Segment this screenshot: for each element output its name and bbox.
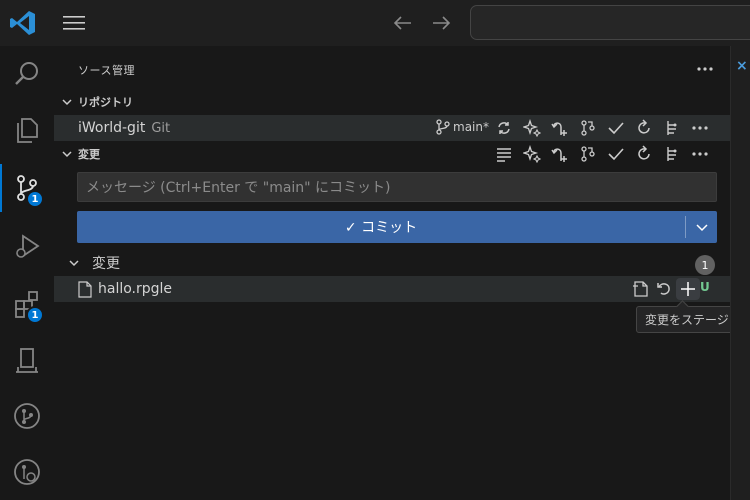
git-tree-button-2[interactable] [658,143,686,165]
create-pull-request-button[interactable] [546,117,574,139]
git-compare-icon [581,146,595,162]
arrow-left-icon [393,16,411,30]
ibm-i-icon [16,348,38,373]
check-icon [608,148,624,161]
back-button[interactable] [390,10,416,36]
chevron-down-icon [695,224,708,232]
arrow-right-icon [433,16,451,30]
git-compare-icon [581,120,595,136]
forward-button[interactable] [428,10,454,36]
repository-toolbar [490,117,714,139]
source-control-view: ソース管理 リポジトリ iWorld-git Git main* 変更 メッセー… [54,46,738,500]
activity-git-graph[interactable] [0,392,54,440]
branch-name: main* [453,120,489,134]
commit-button-group: ✓ コミット [77,211,717,243]
repositories-section-header[interactable]: リポジトリ [54,91,730,113]
source-control-badge: 1 [26,190,44,208]
command-center-search[interactable] [470,5,750,40]
file-row[interactable]: hallo.rpgle U [54,276,730,302]
create-pull-request-button-2[interactable] [546,143,574,165]
open-file-button[interactable] [628,278,652,300]
commit-check-button-2[interactable] [602,143,630,165]
vscode-logo-icon [10,11,35,35]
changes-section-label: 変更 [78,148,100,161]
commit-dropdown-button[interactable] [686,211,717,243]
activity-run-debug[interactable] [0,222,54,270]
list-icon [497,148,511,162]
changes-group-label: 変更 [92,256,120,272]
git-tree-button[interactable] [658,117,686,139]
changes-count-badge: 1 [695,255,715,275]
refresh-icon [638,119,650,134]
title-bar [0,0,750,46]
file-name: hallo.rpgle [98,281,173,297]
chevron-down-icon [56,91,78,113]
search-icon [15,62,38,85]
branch-compare-button-2[interactable] [574,143,602,165]
activity-remote[interactable] [0,336,54,384]
discard-icon [657,283,670,295]
ellipsis-icon [692,152,708,156]
git-tree-icon [667,121,677,135]
pull-request-icon [551,148,567,162]
refresh-button[interactable] [630,117,658,139]
repository-more-actions-button[interactable] [686,117,714,139]
commit-button[interactable]: ✓ コミット [77,211,685,243]
git-tree-icon [667,147,677,161]
menu-button[interactable] [60,11,88,35]
ellipsis-icon [697,67,713,71]
activity-extensions[interactable]: 1 [0,280,54,328]
stage-changes-button[interactable] [676,278,700,300]
activity-bar: 1 1 [0,46,54,500]
commit-check-button[interactable] [602,117,630,139]
run-debug-icon [16,234,40,258]
git-branch-icon [436,119,450,135]
refresh-button-2[interactable] [630,143,658,165]
discard-changes-button[interactable] [652,278,676,300]
activity-explorer[interactable] [0,106,54,154]
commit-message-input[interactable]: メッセージ (Ctrl+Enter で "main" にコミット) [77,172,717,202]
close-icon[interactable]: × [736,58,748,74]
go-to-file-icon [633,281,648,297]
plus-icon [681,282,695,296]
editor-area-edge: × [730,46,750,500]
repository-row[interactable]: iWorld-git Git main* [54,115,730,141]
sparkle-icon [523,119,541,137]
changes-group-header[interactable]: 変更 1 [54,251,730,275]
repository-type: Git [151,120,171,136]
check-icon [608,122,624,135]
changes-toolbar [490,143,714,165]
git-history-icon [14,459,40,485]
ellipsis-icon [692,126,708,130]
activity-search[interactable] [0,50,54,98]
view-more-actions-button[interactable] [694,58,716,80]
files-icon [17,118,38,143]
file-status-untracked: U [700,280,710,294]
tooltip: 変更をステージ [636,306,738,333]
chevron-down-icon [68,257,84,269]
sync-icon [498,122,510,134]
hamburger-menu-icon [63,16,85,30]
repositories-section-label: リポジトリ [78,96,133,109]
changes-more-actions-button[interactable] [686,143,714,165]
chevron-down-icon [56,143,78,165]
repository-name: iWorld-git [78,120,146,136]
sync-button[interactable] [490,117,518,139]
view-title: ソース管理 [78,64,135,77]
ai-sparkle-button-2[interactable] [518,143,546,165]
git-graph-icon [14,403,40,429]
sparkle-icon [523,145,541,163]
view-as-list-button[interactable] [490,143,518,165]
extensions-badge: 1 [26,306,44,324]
refresh-icon [638,145,650,160]
ai-sparkle-button[interactable] [518,117,546,139]
pull-request-icon [551,122,567,136]
file-actions [628,278,700,300]
activity-git-history[interactable] [0,448,54,496]
branch-picker[interactable]: main* [436,119,489,135]
file-icon [78,280,92,298]
branch-compare-button[interactable] [574,117,602,139]
activity-source-control[interactable]: 1 [0,164,54,212]
